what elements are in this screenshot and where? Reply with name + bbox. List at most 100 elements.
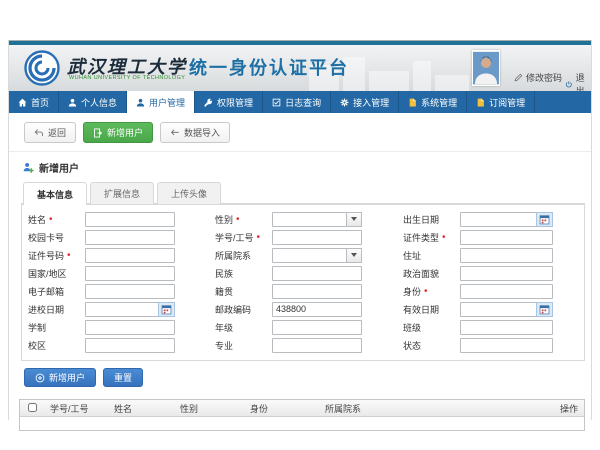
- postal-code-input[interactable]: [272, 302, 362, 317]
- nav-tab-personal-info[interactable]: 个人信息: [59, 91, 127, 113]
- field-label: 身份: [403, 285, 421, 298]
- user-table: 学号/工号 姓名 性别 身份 所属院系 操作: [19, 399, 585, 431]
- calendar-icon: [161, 304, 172, 315]
- new-user-button[interactable]: 新增用户: [83, 122, 153, 143]
- user-icon: [68, 98, 77, 107]
- checklist-icon: [272, 98, 281, 107]
- nav-tab-label: 系统管理: [421, 96, 457, 109]
- chevron-down-icon[interactable]: [346, 212, 362, 227]
- form-row: 证件号码•所属院系•住址•: [28, 246, 584, 264]
- field-label: 校园卡号: [28, 231, 64, 244]
- field-label: 学号/工号: [215, 231, 254, 244]
- nav-tab-access-management[interactable]: 接入管理: [331, 91, 399, 113]
- enroll-date-input[interactable]: [85, 302, 159, 317]
- col-student-id: 学号/工号: [50, 402, 114, 415]
- reset-button[interactable]: 重置: [103, 368, 143, 387]
- tab-label: 扩展信息: [104, 187, 140, 200]
- field-label: 邮政编码: [215, 303, 251, 316]
- required-mark: •: [49, 214, 53, 225]
- status-input[interactable]: [460, 338, 553, 353]
- field-label: 年级: [215, 321, 233, 334]
- address-input[interactable]: [460, 248, 553, 263]
- id-type-input[interactable]: [460, 230, 553, 245]
- nav-tab-permission-management[interactable]: 权限管理: [195, 91, 263, 113]
- calendar-button[interactable]: [536, 302, 553, 317]
- school-system-input[interactable]: [85, 320, 175, 335]
- field-label: 性别: [215, 213, 233, 226]
- nav-tab-system-management[interactable]: 系统管理: [399, 91, 467, 113]
- major-input[interactable]: [272, 338, 362, 353]
- class-input[interactable]: [460, 320, 553, 335]
- valid-date-input[interactable]: [460, 302, 537, 317]
- select-all-checkbox[interactable]: [28, 403, 37, 412]
- change-password-link[interactable]: 修改密码: [514, 71, 562, 84]
- logout-link[interactable]: 退出: [565, 71, 591, 91]
- tab-basic-info[interactable]: 基本信息: [23, 182, 87, 205]
- user-avatar[interactable]: [472, 50, 500, 86]
- toolbar: 返回 新增用户 数据导入: [9, 113, 591, 152]
- identity-input[interactable]: [460, 284, 553, 299]
- col-actions: 操作: [560, 402, 584, 415]
- field-label: 进校日期: [28, 303, 64, 316]
- grade-input[interactable]: [272, 320, 362, 335]
- ethnicity-input[interactable]: [272, 266, 362, 281]
- user-table-header: 学号/工号 姓名 性别 身份 所属院系 操作: [20, 400, 584, 417]
- email-input[interactable]: [85, 284, 175, 299]
- field-label: 班级: [403, 321, 421, 334]
- submit-add-user-button[interactable]: 新增用户: [24, 368, 96, 387]
- plus-circle-icon: [35, 373, 45, 383]
- nav-tab-home[interactable]: 首页: [9, 91, 59, 113]
- calendar-icon: [539, 304, 550, 315]
- file-icon: [408, 98, 417, 107]
- campus-card-input[interactable]: [85, 230, 175, 245]
- new-user-label: 新增用户: [107, 126, 143, 139]
- nav-tab-label: 接入管理: [353, 96, 389, 109]
- political-status-input[interactable]: [460, 266, 553, 281]
- back-label: 返回: [48, 126, 66, 139]
- calendar-button[interactable]: [536, 212, 553, 227]
- birth-date-input[interactable]: [460, 212, 537, 227]
- skyline-decoration: [369, 71, 409, 91]
- logout-label: 退出: [576, 71, 591, 91]
- home-icon: [18, 98, 27, 107]
- field-label: 证件号码: [28, 249, 64, 262]
- chevron-down-icon[interactable]: [346, 248, 362, 263]
- reset-label: 重置: [114, 371, 132, 384]
- campus-input[interactable]: [85, 338, 175, 353]
- gear-icon: [340, 98, 349, 107]
- field-label: 国家/地区: [28, 267, 67, 280]
- nav-tab-label: 权限管理: [217, 96, 253, 109]
- nav-tab-subscription-management[interactable]: 订阅管理: [467, 91, 535, 113]
- native-place-input[interactable]: [272, 284, 362, 299]
- university-logo-icon: [24, 50, 60, 86]
- submit-label: 新增用户: [49, 371, 85, 384]
- nav-tab-log-query[interactable]: 日志查询: [263, 91, 331, 113]
- tab-upload-avatar[interactable]: 上传头像: [157, 182, 221, 204]
- university-name-en: WUHAN UNIVERSITY OF TECHNOLOGY: [69, 75, 185, 81]
- name-input[interactable]: [85, 212, 175, 227]
- back-button[interactable]: 返回: [24, 122, 76, 143]
- user-table-empty-body: [20, 417, 584, 430]
- country-input[interactable]: [85, 266, 175, 281]
- new-page-icon: [93, 128, 103, 138]
- tab-extended-info[interactable]: 扩展信息: [90, 182, 154, 204]
- field-label: 所属院系: [215, 249, 251, 262]
- calendar-button[interactable]: [158, 302, 175, 317]
- tab-label: 基本信息: [37, 188, 73, 201]
- department-select[interactable]: [272, 248, 347, 263]
- required-mark: •: [424, 286, 428, 297]
- id-number-input[interactable]: [85, 248, 175, 263]
- calendar-icon: [539, 214, 550, 225]
- field-label: 证件类型: [403, 231, 439, 244]
- file-icon: [476, 98, 485, 107]
- student-id-input[interactable]: [272, 230, 362, 245]
- user-icon: [136, 98, 145, 107]
- field-label: 政治面貌: [403, 267, 439, 280]
- basic-info-form: 姓名•性别•出生日期•校园卡号•学号/工号•证件类型•证件号码•所属院系•住址•…: [21, 204, 585, 361]
- gender-select[interactable]: [272, 212, 347, 227]
- nav-tab-user-management[interactable]: 用户管理: [127, 91, 195, 113]
- data-import-button[interactable]: 数据导入: [160, 122, 230, 143]
- field-label: 民族: [215, 267, 233, 280]
- key-icon: [204, 98, 213, 107]
- form-row: 进校日期•邮政编码•有效日期•: [28, 300, 584, 318]
